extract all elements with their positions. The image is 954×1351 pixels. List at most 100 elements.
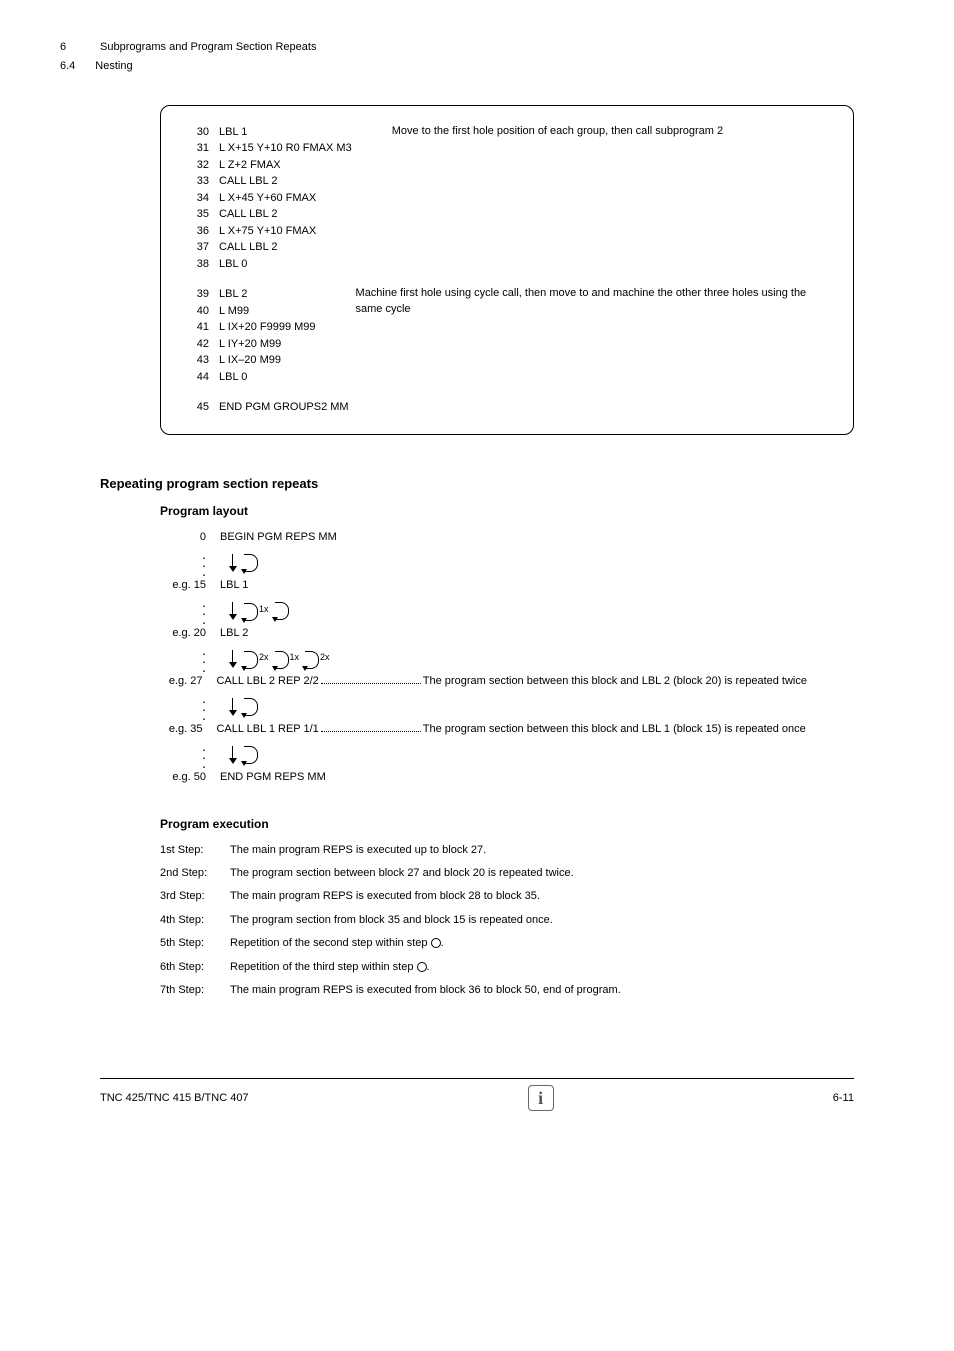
step-text: The program section between block 27 and…	[230, 866, 650, 881]
layout-line-num: 0	[160, 530, 220, 545]
program-layout-block: 0BEGIN PGM REPS MM ... e.g. 15LBL 1 ...1…	[160, 530, 894, 790]
dotted-leader	[321, 674, 421, 684]
footer-left: TNC 425/TNC 415 B/TNC 407	[100, 1091, 249, 1106]
line-number: 34	[191, 190, 219, 207]
code-desc-1: Move to the first hole position of each …	[382, 124, 823, 139]
repeat-label: 2x	[320, 651, 330, 664]
code-end-line: 45END PGM GROUPS2 MM	[191, 399, 823, 416]
code-text: LBL 0	[219, 369, 316, 386]
code-text: L Z+2 FMAX	[219, 157, 352, 174]
layout-code: CALL LBL 1 REP 1/1	[216, 722, 318, 737]
loop-arrow-icon	[305, 651, 319, 669]
exec-heading: Program execution	[160, 816, 894, 833]
code-lines-1: 30LBL 1 31L X+15 Y+10 R0 FMAX M3 32L Z+2…	[191, 124, 352, 273]
code-text: LBL 0	[219, 256, 352, 273]
loop-arrow-icon	[244, 698, 258, 716]
step-text: The main program REPS is executed up to …	[230, 843, 650, 858]
code-text: CALL LBL 2	[219, 239, 352, 256]
dotted-leader	[321, 722, 421, 732]
step-label: 2nd Step:	[160, 866, 230, 881]
line-number: 39	[191, 286, 219, 303]
chapter-header: 6 Subprograms and Program Section Repeat…	[60, 40, 894, 55]
page-container: 6 Subprograms and Program Section Repeat…	[0, 0, 954, 1141]
layout-line-num: e.g. 35	[160, 722, 216, 737]
repeat-label: 2x	[259, 651, 269, 664]
repeat-label: 1x	[259, 603, 269, 616]
step-text-part: Repetition of the second step within ste…	[230, 937, 428, 949]
code-block-1: 30LBL 1 31L X+15 Y+10 R0 FMAX M3 32L Z+2…	[191, 124, 823, 273]
step-text: The main program REPS is executed from b…	[230, 889, 650, 904]
chapter-number: 6	[60, 40, 80, 55]
line-number: 40	[191, 303, 219, 320]
step-text: The program section from block 35 and bl…	[230, 913, 650, 928]
layout-line-num: e.g. 20	[160, 626, 220, 641]
step-text: Repetition of the third step within step…	[230, 960, 650, 975]
layout-desc: The program section between this block a…	[423, 674, 894, 689]
code-text: LBL 1	[219, 124, 352, 141]
layout-line-num: e.g. 15	[160, 578, 220, 593]
loop-arrow-icon	[244, 651, 258, 669]
layout-code: CALL LBL 2 REP 2/2	[216, 674, 318, 689]
section-header: 6.4 Nesting	[60, 59, 894, 74]
line-number: 33	[191, 173, 219, 190]
flow-arrows	[228, 742, 360, 770]
info-icon: i	[528, 1085, 554, 1111]
line-number: 32	[191, 157, 219, 174]
line-number: 42	[191, 336, 219, 353]
flow-arrows	[228, 550, 360, 578]
down-arrow-icon	[228, 602, 238, 622]
description-text: Machine first hole using cycle call, the…	[356, 286, 823, 317]
layout-line-num: e.g. 27	[160, 674, 216, 689]
step-label: 4th Step:	[160, 913, 230, 928]
description-text: Move to the first hole position of each …	[392, 124, 723, 139]
code-text: L IY+20 M99	[219, 336, 316, 353]
code-text: L IX+20 F9999 M99	[219, 319, 316, 336]
layout-line-num: e.g. 50	[160, 770, 220, 785]
dots: ...	[160, 598, 220, 623]
line-number: 31	[191, 140, 219, 157]
code-text: L M99	[219, 303, 316, 320]
code-text: LBL 2	[219, 286, 316, 303]
footer-page-number: 6-11	[833, 1091, 854, 1106]
code-text: CALL LBL 2	[219, 173, 352, 190]
step-label: 5th Step:	[160, 936, 230, 951]
line-number: 35	[191, 206, 219, 223]
page-footer: TNC 425/TNC 415 B/TNC 407 i 6-11	[100, 1078, 854, 1111]
code-desc-2: Machine first hole using cycle call, the…	[346, 286, 823, 317]
line-number: 37	[191, 239, 219, 256]
flow-arrows: 2x 1x 2x	[228, 646, 360, 674]
line-number: 44	[191, 369, 219, 386]
flow-arrows: 1x	[228, 598, 360, 626]
code-text: END PGM GROUPS2 MM	[219, 399, 823, 416]
down-arrow-icon	[228, 698, 238, 718]
code-text: L X+15 Y+10 R0 FMAX M3	[219, 140, 352, 157]
line-number: 45	[191, 399, 219, 416]
circle-icon	[431, 938, 441, 948]
line-number: 41	[191, 319, 219, 336]
step-text: The main program REPS is executed from b…	[230, 983, 650, 998]
layout-code: END PGM REPS MM	[220, 770, 360, 785]
loop-arrow-icon	[244, 746, 258, 764]
chapter-title: Subprograms and Program Section Repeats	[100, 40, 316, 55]
loop-arrow-icon	[275, 651, 289, 669]
dots: ...	[160, 646, 220, 671]
execution-steps: 1st Step:The main program REPS is execut…	[160, 843, 894, 999]
code-block-2: 39LBL 2 40L M99 41L IX+20 F9999 M99 42L …	[191, 286, 823, 385]
down-arrow-icon	[228, 554, 238, 574]
repeat-label: 1x	[290, 651, 300, 664]
section-number: 6.4	[60, 59, 75, 74]
section-title: Nesting	[95, 59, 132, 74]
dots: ...	[160, 742, 220, 767]
line-number: 36	[191, 223, 219, 240]
loop-arrow-icon	[244, 554, 258, 572]
loop-arrow-icon	[275, 602, 289, 620]
down-arrow-icon	[228, 650, 238, 670]
step-label: 6th Step:	[160, 960, 230, 975]
code-text: L X+75 Y+10 FMAX	[219, 223, 352, 240]
flow-arrows	[228, 694, 360, 722]
loop-arrow-icon	[244, 603, 258, 621]
layout-heading: Program layout	[160, 503, 894, 520]
step-label: 1st Step:	[160, 843, 230, 858]
circle-icon	[417, 962, 427, 972]
repeating-heading: Repeating program section repeats	[100, 475, 894, 493]
